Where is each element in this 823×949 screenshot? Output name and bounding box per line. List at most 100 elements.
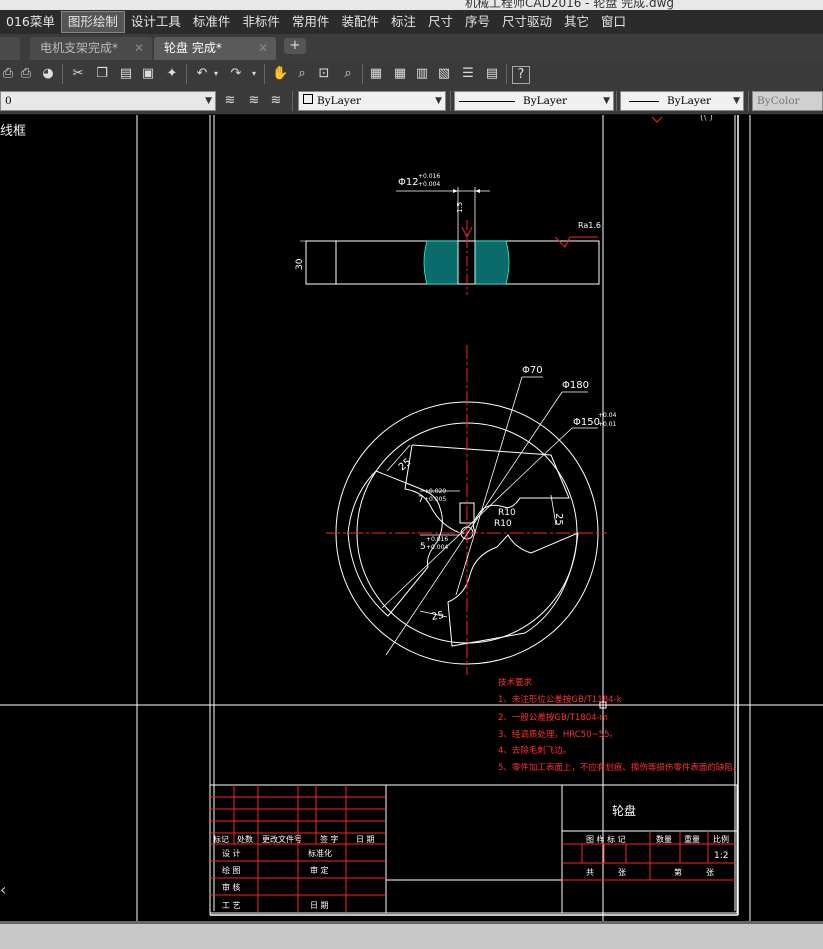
menu-016[interactable]: 016菜单 (0, 12, 61, 32)
lineweight-select[interactable]: ByLayer ▼ (620, 91, 744, 111)
paste-icon[interactable]: ▤ (118, 66, 134, 82)
window-title-bar: 机械工程师CAD2016 - 轮盘 完成.dwg (0, 0, 823, 10)
dim-r10b: R10 (494, 519, 512, 529)
layer-manager-icon[interactable]: ≋ (268, 93, 284, 109)
tb-role-draw: 绘 图 (222, 865, 241, 875)
tab-overflow[interactable] (0, 37, 20, 60)
separator (362, 64, 363, 84)
layer-previous-icon[interactable]: ≋ (246, 93, 262, 109)
make-current-layer-icon[interactable]: ≋ (222, 93, 238, 109)
separator (264, 64, 265, 84)
dimension-leaders (381, 376, 598, 656)
close-icon[interactable]: ✕ (134, 37, 144, 59)
tb-scale-label: 比例 (713, 834, 729, 844)
tech-item: 3、经调质处理，HRC50~55。 (498, 729, 618, 740)
design-center-icon[interactable]: ▦ (392, 66, 408, 82)
dim-width-25b: 25 (553, 513, 564, 526)
match-properties-icon[interactable]: ✦ (164, 66, 180, 82)
redo-icon[interactable]: ↷ (228, 66, 244, 82)
color-select[interactable]: ByLayer ▼ (298, 91, 446, 111)
close-icon[interactable]: ✕ (258, 37, 268, 59)
dim-key7-tol-upper: +0.020 (424, 488, 446, 495)
roughness-mark-icon (651, 116, 663, 123)
document-tab-bar: 电机支架完成* ✕ 轮盘 完成* ✕ (0, 34, 823, 60)
tb-sheet-unit2: 张 (706, 868, 714, 877)
help-icon[interactable]: ? (512, 66, 530, 84)
tech-item: 1、未注形位公差按GB/T1184-k (498, 694, 622, 705)
dim-d12-tol-upper: +0.016 (418, 173, 440, 180)
dim-d150-tol-upper: +0.04 (598, 412, 617, 419)
menu-dim-driven[interactable]: 尺寸驱动 (496, 12, 558, 32)
layer-select[interactable]: 0 ▼ (0, 91, 216, 111)
tb-sheet-no: 第 (674, 867, 682, 877)
zoom-realtime-icon[interactable]: ⌕ (294, 66, 310, 82)
dim-d180: Φ180 (562, 380, 589, 391)
linetype-select[interactable]: ByLayer ▼ (454, 91, 614, 111)
color-value: ByLayer (317, 95, 362, 107)
roughness-symbol-icon (554, 236, 598, 248)
dim-d12: Φ12 (398, 177, 419, 188)
tab-motor-bracket[interactable]: 电机支架完成* ✕ (30, 37, 152, 60)
cut-icon[interactable]: ✂ (70, 66, 86, 82)
tb-rev-doc: 更改文件号 (262, 834, 302, 844)
tab-wheel-disc[interactable]: 轮盘 完成* ✕ (154, 37, 276, 60)
sheet-set-icon[interactable]: ▧ (436, 66, 452, 82)
dim-d150: Φ150 (573, 417, 600, 428)
pan-icon[interactable]: ✋ (272, 66, 288, 82)
tech-item: 2、一般公差按GB/T1804-m (498, 712, 608, 723)
menu-window[interactable]: 窗口 (595, 12, 632, 32)
separator (450, 91, 451, 111)
visual-style-label[interactable]: 线框 (0, 124, 26, 139)
menu-bar: 016菜单 图形绘制 设计工具 标准件 非标件 常用件 装配件 标注 尺寸 序号… (0, 10, 823, 34)
menu-dimension[interactable]: 尺寸 (422, 12, 459, 32)
tb-quantity: 数量 (656, 834, 672, 844)
print-icon[interactable]: ⎙ (18, 66, 34, 82)
tab-label: 电机支架完成* (40, 41, 119, 55)
tb-role-check: 审 核 (222, 882, 241, 892)
menu-draw[interactable]: 图形绘制 (60, 11, 125, 33)
zoom-window-icon[interactable]: ⊡ (316, 66, 332, 82)
separator (62, 64, 63, 84)
separator (506, 64, 507, 84)
calculator-icon[interactable]: ▤ (484, 66, 500, 82)
lineweight-value: ByLayer (667, 95, 712, 107)
menu-design-tools[interactable]: 设计工具 (125, 12, 187, 32)
copy-icon[interactable]: ❐ (94, 66, 110, 82)
drawing-svg[interactable]: 线框 ‹ (\ ) Φ12 +0.016 +0.004 1.5 30 Ra1.6 (0, 113, 823, 921)
plot-preview-icon[interactable]: ⎙ (0, 66, 16, 82)
menu-assembly-parts[interactable]: 装配件 (335, 12, 385, 32)
tech-item: 4、去除毛刺飞边。 (498, 745, 571, 756)
drawing-canvas[interactable]: 线框 ‹ (\ ) Φ12 +0.016 +0.004 1.5 30 Ra1.6 (0, 113, 823, 921)
chevron-down-icon[interactable]: ▾ (246, 66, 262, 82)
new-tab-button[interactable]: + (284, 38, 306, 54)
tb-role-date: 日 期 (310, 901, 329, 910)
tb-scale-value: 1:2 (714, 851, 728, 861)
menu-annotate[interactable]: 标注 (385, 12, 422, 32)
section-view (300, 187, 600, 295)
menu-standard-parts[interactable]: 标准件 (187, 12, 237, 32)
window-title: 机械工程师CAD2016 - 轮盘 完成.dwg (465, 0, 675, 10)
dim-width-25c: 25 (431, 610, 445, 623)
dim-thickness: 30 (295, 258, 305, 270)
zoom-previous-icon[interactable]: ⌕ (340, 66, 356, 82)
menu-nonstandard-parts[interactable]: 非标件 (236, 12, 286, 32)
properties-icon[interactable]: ▦ (368, 66, 384, 82)
status-bar (0, 921, 823, 949)
menu-other[interactable]: 其它 (558, 12, 595, 32)
separator (748, 91, 749, 111)
dim-d12-tol-lower: +0.004 (418, 181, 440, 188)
dim-key5-tol-upper: +0.016 (426, 536, 448, 543)
tb-rev-count: 处数 (237, 834, 253, 844)
tech-title: 技术要求 (498, 677, 533, 688)
lineweight-sample (629, 100, 659, 102)
paste-special-icon[interactable]: ▣ (140, 66, 156, 82)
markup-icon[interactable]: ☰ (460, 66, 476, 82)
tool-palettes-icon[interactable]: ▥ (414, 66, 430, 82)
tb-rev-date: 日 期 (356, 835, 375, 844)
menu-balloon[interactable]: 序号 (459, 12, 496, 32)
menu-common-parts[interactable]: 常用件 (286, 12, 336, 32)
chevron-down-icon: ▼ (733, 96, 740, 106)
chevron-down-icon[interactable]: ▾ (208, 66, 224, 82)
publish-icon[interactable]: ◕ (40, 66, 56, 82)
dim-roughness: Ra1.6 (578, 221, 601, 230)
